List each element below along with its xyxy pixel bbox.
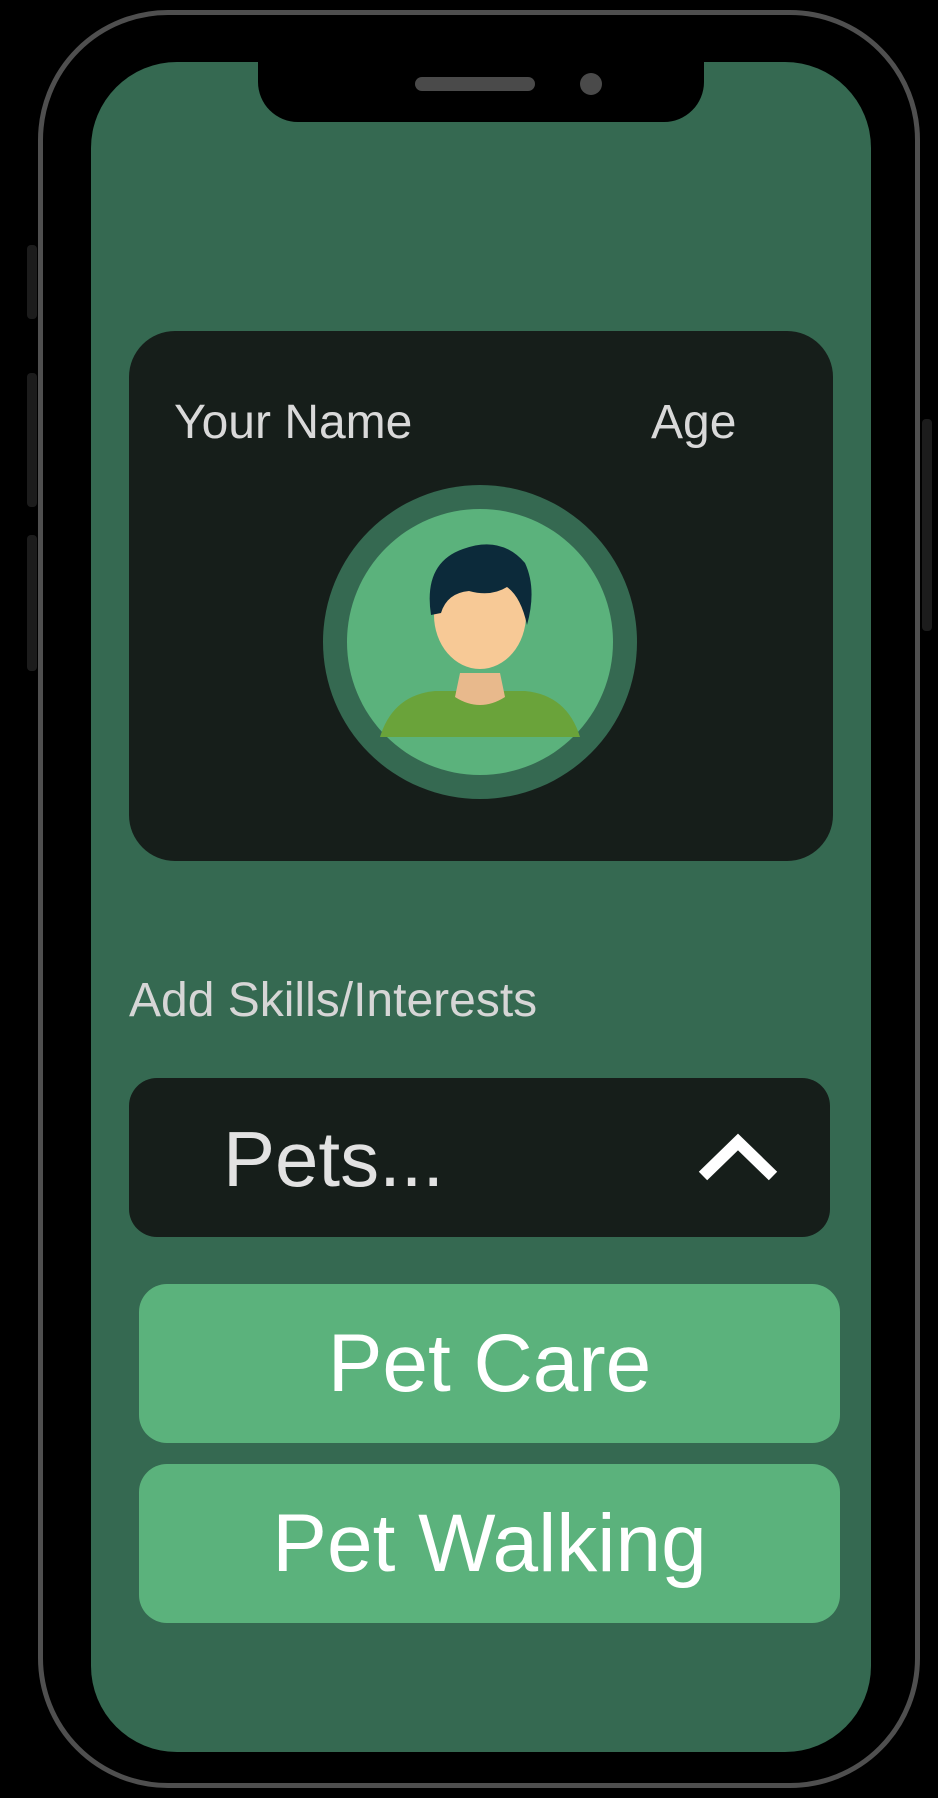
skills-section-label: Add Skills/Interests — [129, 974, 538, 1027]
user-avatar-icon[interactable] — [323, 485, 637, 799]
option-pet-care[interactable]: Pet Care — [139, 1284, 840, 1443]
name-field[interactable]: Your Name — [174, 395, 412, 451]
silent-switch — [27, 245, 37, 319]
power-button — [922, 419, 932, 631]
dropdown-value: Pets... — [223, 1115, 445, 1203]
speaker-grille — [415, 77, 535, 91]
profile-card: Your Name Age — [129, 331, 833, 861]
skills-dropdown[interactable]: Pets... — [129, 1078, 830, 1237]
volume-up-button — [27, 373, 37, 507]
phone-screen: Your Name Age Add Skills/Interests Pets.… — [91, 62, 871, 1752]
front-camera — [580, 73, 602, 95]
age-field[interactable]: Age — [651, 395, 736, 451]
option-pet-walking[interactable]: Pet Walking — [139, 1464, 840, 1623]
chevron-up-icon[interactable] — [695, 1130, 781, 1186]
notch — [258, 62, 704, 122]
avatar-neck — [455, 673, 505, 705]
volume-down-button — [27, 535, 37, 671]
